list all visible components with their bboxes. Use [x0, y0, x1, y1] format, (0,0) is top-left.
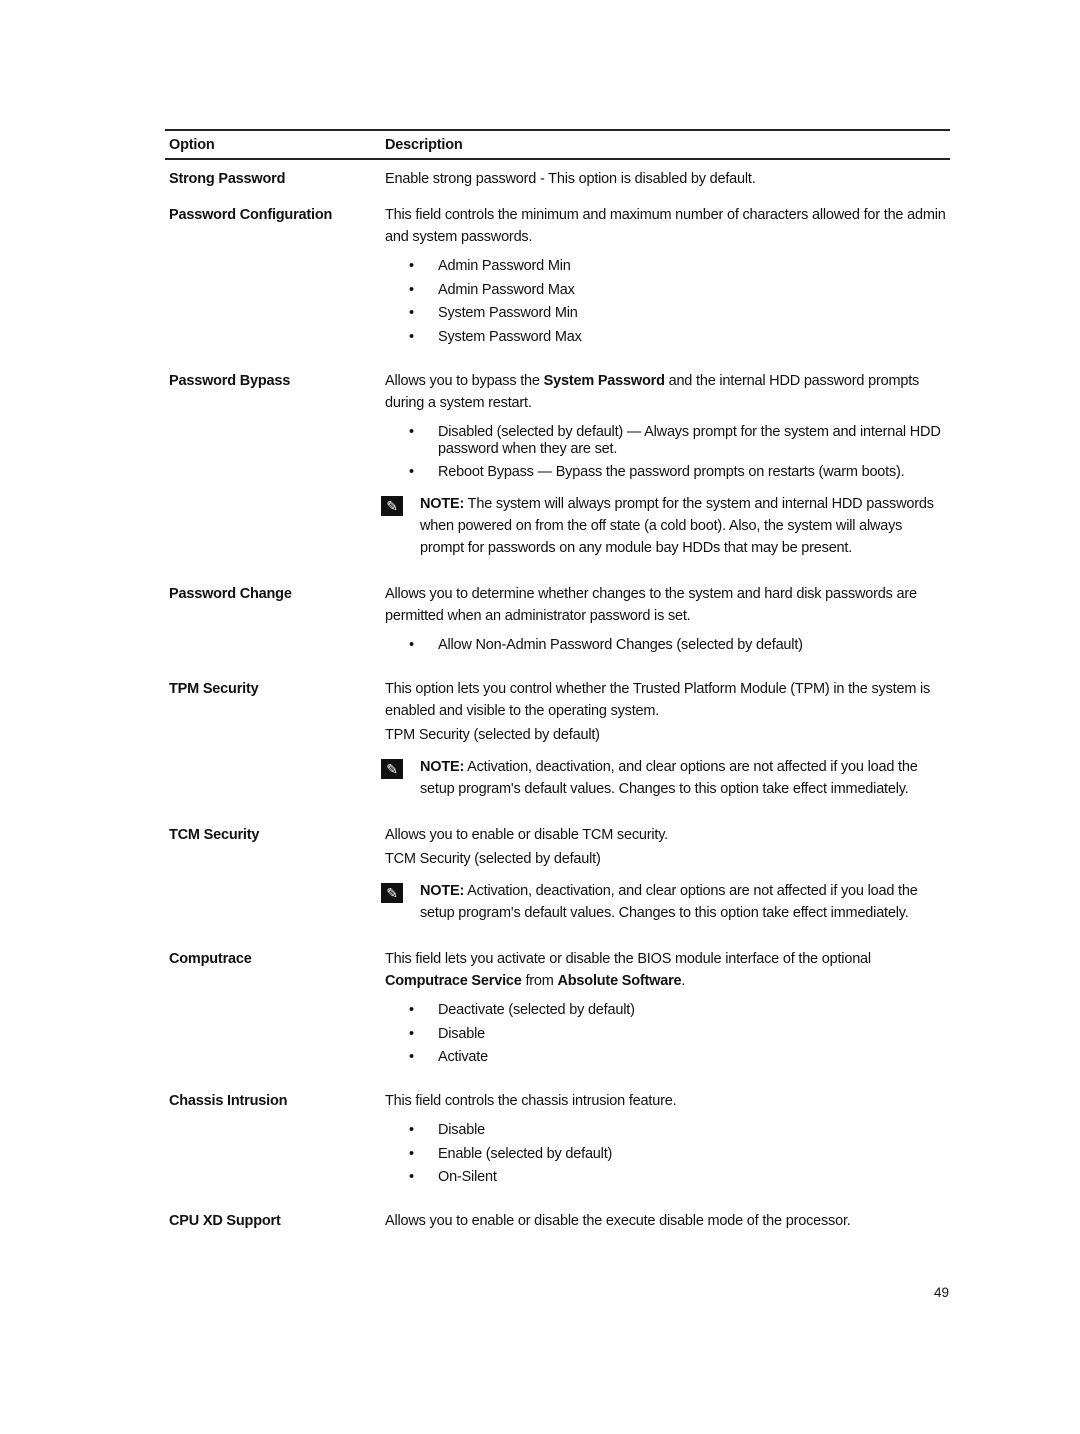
description-text: This option lets you control whether the…	[385, 681, 931, 719]
option-description: This field controls the chassis intrusio…	[381, 1082, 950, 1202]
option-name: Password Configuration	[169, 207, 333, 223]
list-item: Deactivate (selected by default)	[385, 1002, 946, 1019]
table-row: TPM Security This option lets you contro…	[165, 670, 950, 816]
bold-term: System Password	[543, 372, 665, 389]
default-setting-text: TPM Security (selected by default)	[385, 727, 600, 743]
bold-term: Computrace Service	[385, 973, 522, 989]
note-label: NOTE:	[420, 759, 465, 775]
list-item: Admin Password Min	[385, 258, 946, 275]
list-item: On-Silent	[385, 1169, 946, 1186]
note-label: NOTE:	[420, 496, 465, 512]
column-header-description: Description	[381, 129, 950, 160]
text-run: This field lets you activate or disable …	[385, 951, 871, 967]
option-name: TPM Security	[169, 681, 259, 697]
option-list: Allow Non-Admin Password Changes (select…	[385, 637, 946, 654]
description-text: Enable strong password - This option is …	[385, 171, 756, 187]
note-text: Activation, deactivation, and clear opti…	[420, 883, 918, 921]
option-name: CPU XD Support	[169, 1213, 281, 1229]
bold-term: Absolute Software	[557, 973, 682, 989]
table-row: Computrace This field lets you activate …	[165, 940, 950, 1082]
description-text: This field controls the chassis intrusio…	[385, 1093, 677, 1109]
option-name: Chassis Intrusion	[169, 1093, 288, 1109]
option-name: Strong Password	[169, 171, 286, 187]
option-description: Allows you to bypass the System Password…	[381, 362, 950, 576]
option-description: This option lets you control whether the…	[381, 670, 950, 816]
note-text: Activation, deactivation, and clear opti…	[420, 759, 918, 797]
table-row: CPU XD Support Allows you to enable or d…	[165, 1202, 950, 1238]
description-text: Allows you to enable or disable TCM secu…	[385, 827, 669, 843]
description-text: This field lets you activate or disable …	[385, 948, 946, 992]
description-text: Allows you to determine whether changes …	[385, 586, 917, 624]
list-item: Disable	[385, 1026, 946, 1043]
table-row: TCM Security Allows you to enable or dis…	[165, 816, 950, 940]
text-run: Allows you to bypass the	[385, 372, 544, 389]
option-description: Enable strong password - This option is …	[381, 159, 950, 196]
option-list: Disable Enable (selected by default) On-…	[385, 1122, 946, 1186]
note-text: The system will always prompt for the sy…	[420, 496, 934, 556]
option-description: Allows you to enable or disable the exec…	[381, 1202, 950, 1238]
list-item: System Password Max	[385, 329, 946, 346]
option-description: Allows you to enable or disable TCM secu…	[381, 816, 950, 940]
description-text: Allows you to enable or disable the exec…	[385, 1213, 851, 1229]
list-item: Enable (selected by default)	[385, 1146, 946, 1163]
option-name: Password Change	[169, 586, 292, 602]
text-run: .	[681, 973, 686, 989]
note-label: NOTE:	[420, 883, 465, 899]
description-text: This field controls the minimum and maxi…	[385, 207, 946, 245]
pencil-note-icon: ✎	[381, 759, 403, 779]
option-description: This field controls the minimum and maxi…	[381, 196, 950, 362]
option-description: Allows you to determine whether changes …	[381, 575, 950, 670]
option-list: Deactivate (selected by default) Disable…	[385, 1002, 946, 1066]
page-number: 49	[933, 1285, 949, 1300]
list-item: Reboot Bypass — Bypass the password prom…	[385, 464, 946, 481]
table-row: Strong Password Enable strong password -…	[165, 159, 950, 196]
list-item: Admin Password Max	[385, 282, 946, 299]
note-block: ✎ NOTE: Activation, deactivation, and cl…	[381, 756, 946, 800]
table-row: Password Change Allows you to determine …	[165, 575, 950, 670]
text-run: from	[521, 973, 558, 989]
list-item: Disabled (selected by default) — Always …	[385, 424, 946, 458]
list-item: Activate	[385, 1049, 946, 1066]
option-name: TCM Security	[169, 827, 260, 843]
default-setting-text: TCM Security (selected by default)	[385, 851, 601, 867]
note-block: ✎ NOTE: Activation, deactivation, and cl…	[381, 880, 946, 924]
note-block: ✎ NOTE: The system will always prompt fo…	[381, 493, 946, 559]
list-item: System Password Min	[385, 305, 946, 322]
table-row: Password Configuration This field contro…	[165, 196, 950, 362]
column-header-option: Option	[165, 129, 381, 160]
pencil-note-icon: ✎	[381, 883, 403, 903]
table-header-row: Option Description	[165, 129, 950, 160]
option-description: This field lets you activate or disable …	[381, 940, 950, 1082]
pencil-note-icon: ✎	[381, 496, 403, 516]
document-page: Option Description Strong Password Enabl…	[165, 129, 950, 1238]
option-name: Computrace	[169, 951, 252, 967]
option-list: Admin Password Min Admin Password Max Sy…	[385, 258, 946, 346]
bios-options-table: Option Description Strong Password Enabl…	[165, 129, 950, 1238]
list-item: Allow Non-Admin Password Changes (select…	[385, 637, 946, 654]
list-item: Disable	[385, 1122, 946, 1139]
option-name: Password Bypass	[169, 372, 291, 389]
description-text: Allows you to bypass the System Password…	[385, 370, 946, 414]
option-list: Disabled (selected by default) — Always …	[385, 424, 946, 482]
table-row: Password Bypass Allows you to bypass the…	[165, 362, 950, 576]
table-row: Chassis Intrusion This field controls th…	[165, 1082, 950, 1202]
